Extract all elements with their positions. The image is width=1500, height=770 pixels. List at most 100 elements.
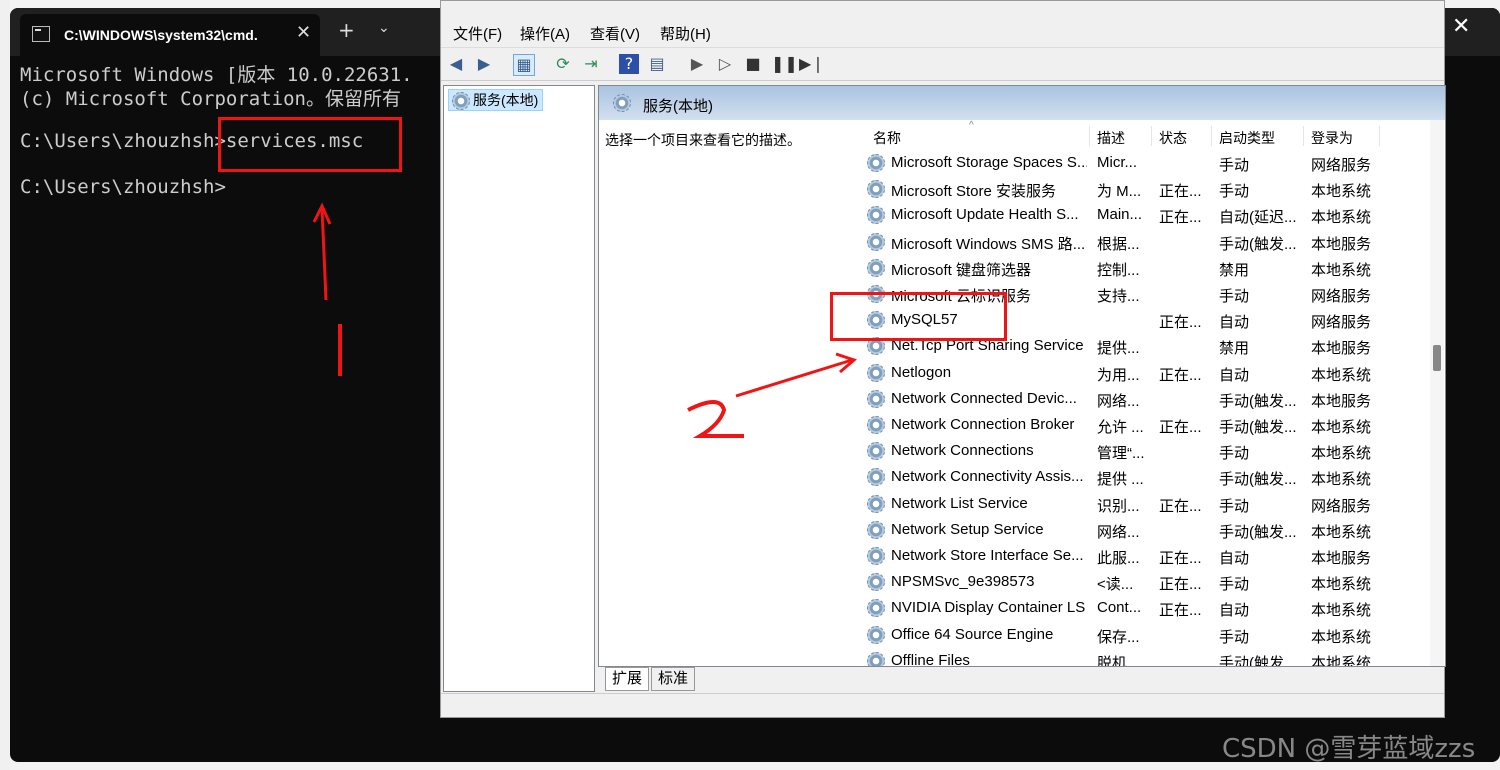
tab-extended[interactable]: 扩展 xyxy=(605,667,650,691)
annotation-number-2: 2 xyxy=(700,410,701,411)
cell-logon: 本地系统 xyxy=(1311,576,1372,594)
window-close-button[interactable]: ✕ xyxy=(1452,14,1470,39)
cell-startup: 自动 xyxy=(1219,602,1250,620)
cell-desc: 识别... xyxy=(1097,497,1140,515)
cell-desc: <读... xyxy=(1097,576,1134,594)
vertical-scrollbar[interactable] xyxy=(1430,120,1444,666)
cell-logon: 本地系统 xyxy=(1311,261,1372,279)
cell-name: Network List Service xyxy=(891,494,1028,512)
table-row[interactable]: Network Store Interface Se... 此服... 正在... 自… xyxy=(861,543,1433,569)
cell-logon: 本地系统 xyxy=(1311,419,1372,436)
column-header-logon[interactable]: 登录为 xyxy=(1311,128,1353,148)
table-row[interactable]: Microsoft Update Health S... Main... 正在...… xyxy=(861,202,1433,228)
cell-status: 正在... xyxy=(1159,419,1202,436)
sort-arrow-icon: ^ xyxy=(969,120,974,131)
gear-icon xyxy=(867,180,885,199)
gear-icon xyxy=(867,494,885,513)
cell-desc: 支持... xyxy=(1097,288,1140,305)
table-row[interactable]: Network List Service 识别... 正在... 手动 网络服务 xyxy=(861,491,1433,517)
gear-icon xyxy=(867,468,885,487)
gear-icon xyxy=(613,94,631,112)
back-icon[interactable]: ◀ xyxy=(446,54,466,74)
annotation-number-1: 1 xyxy=(332,320,333,321)
table-row[interactable]: Office 64 Source Engine 保存... 手动 本地系统 xyxy=(861,622,1433,648)
gear-icon xyxy=(867,154,885,172)
cell-name: Microsoft Windows SMS 路... xyxy=(891,235,1086,253)
help-icon[interactable]: ? xyxy=(619,54,639,74)
watermark: CSDN @雪芽蓝域zzs xyxy=(1222,734,1476,764)
table-row[interactable]: Netlogon 为用... 正在... 自动 本地系统 xyxy=(861,360,1433,386)
table-row[interactable]: Network Connections 管理“... 手动 本地系统 xyxy=(861,438,1433,464)
cell-name: Microsoft 键盘筛选器 xyxy=(891,261,1032,279)
cell-status: 正在... xyxy=(1159,209,1202,227)
gear-icon xyxy=(867,651,885,666)
services-window[interactable]: 文件(F) 操作(A) 查看(V) 帮助(H) ◀ ▶ ▦ ⟳ ⇥ ? ▤ ▶ … xyxy=(440,0,1446,718)
forward-icon[interactable]: ▶ xyxy=(474,54,494,74)
terminal-line: (c) Microsoft Corporation。保留所有 xyxy=(20,88,401,110)
tree-item-services-local[interactable]: 服务(本地) xyxy=(448,89,544,111)
tab-standard[interactable]: 标准 xyxy=(651,667,696,691)
stop-icon[interactable]: ■ xyxy=(743,54,763,74)
start-icon[interactable]: ▶ xyxy=(687,54,707,74)
column-separator[interactable] xyxy=(1211,126,1212,146)
table-row[interactable]: Microsoft Storage Spaces S... Micr... 手动 网络… xyxy=(861,150,1433,176)
cell-status: 正在... xyxy=(1159,550,1202,567)
restart-icon[interactable]: ▶❘ xyxy=(799,54,825,74)
column-separator[interactable] xyxy=(1089,126,1090,146)
table-row[interactable]: Network Connection Broker 允许 ... 正在... 手动(触… xyxy=(861,412,1433,438)
pause-icon[interactable]: ❚❚ xyxy=(771,54,798,74)
cell-desc: 提供... xyxy=(1097,340,1140,358)
cell-logon: 本地系统 xyxy=(1311,602,1372,620)
table-row[interactable]: Network Connected Devic... 网络... 手动(触发... 本… xyxy=(861,386,1433,412)
column-header-desc[interactable]: 描述 xyxy=(1097,128,1125,148)
annotation-arrow-2 xyxy=(687,352,857,438)
table-row[interactable]: NPSMSvc_9e398573 <读... 正在... 手动 本地系统 xyxy=(861,569,1433,595)
menu-action[interactable]: 操作(A) xyxy=(520,23,570,44)
menu-view[interactable]: 查看(V) xyxy=(590,23,640,44)
console-tree-icon[interactable]: ▦ xyxy=(513,54,535,76)
terminal-prompt-line[interactable]: C:\Users\zhouzhsh> xyxy=(20,176,226,198)
terminal-line: Microsoft Windows [版本 10.0.22631. xyxy=(20,64,413,86)
column-header-startup[interactable]: 启动类型 xyxy=(1219,128,1275,148)
table-row[interactable]: Microsoft Store 安装服务 为 M... 正在... 手动 本地系统 xyxy=(861,176,1433,202)
table-row[interactable]: Microsoft 键盘筛选器 控制... 禁用 本地系统 xyxy=(861,255,1433,281)
gear-icon xyxy=(452,92,470,110)
terminal-tab-title: C:\WINDOWS\system32\cmd. xyxy=(64,27,258,43)
column-separator[interactable] xyxy=(1303,126,1304,146)
annotation-box-mysql xyxy=(830,292,1007,341)
menu-help[interactable]: 帮助(H) xyxy=(660,23,711,44)
export-icon[interactable]: ⇥ xyxy=(581,54,601,74)
toolbar: ◀ ▶ ▦ ⟳ ⇥ ? ▤ ▶ ▷ ■ ❚❚ ▶❘ xyxy=(441,47,1444,81)
table-row[interactable]: Network Setup Service 网络... 手动(触发... 本地系统 xyxy=(861,517,1433,543)
gear-icon xyxy=(867,599,885,618)
refresh-icon[interactable]: ⟳ xyxy=(553,54,573,74)
cell-status: 正在... xyxy=(1159,602,1202,620)
table-row[interactable]: Microsoft Windows SMS 路... 根据... 手动(触发... 本… xyxy=(861,229,1433,255)
cell-desc: 允许 ... xyxy=(1097,419,1144,436)
new-tab-button[interactable]: + xyxy=(338,18,355,42)
cell-name: Netlogon xyxy=(891,363,952,381)
table-row[interactable]: Offline Files 脱机... 手动(触发... 本地系统 xyxy=(861,648,1433,666)
column-separator[interactable] xyxy=(1379,126,1380,146)
menu-file[interactable]: 文件(F) xyxy=(453,23,502,44)
cell-startup: 手动(触发... xyxy=(1219,523,1297,541)
cell-logon: 本地系统 xyxy=(1311,209,1372,227)
cell-logon: 网络服务 xyxy=(1311,497,1372,515)
table-row[interactable]: Network Connectivity Assis... 提供 ... 手动(触发… xyxy=(861,464,1433,490)
scroll-thumb[interactable] xyxy=(1433,345,1441,371)
menu-bar: 文件(F) 操作(A) 查看(V) 帮助(H) xyxy=(441,17,1444,45)
properties-icon[interactable]: ▤ xyxy=(647,54,667,74)
column-header-status[interactable]: 状态 xyxy=(1159,128,1187,148)
cell-desc: 网络... xyxy=(1097,392,1140,410)
cell-startup: 自动 xyxy=(1219,366,1250,384)
start-paused-icon[interactable]: ▷ xyxy=(715,54,735,74)
table-row[interactable]: NVIDIA Display Container LS Cont... 正在... 自… xyxy=(861,595,1433,621)
cell-startup: 手动(触发... xyxy=(1219,654,1297,666)
view-tabs: 扩展 标准 xyxy=(601,667,1001,691)
cell-name: Network Connectivity Assis... xyxy=(891,468,1084,486)
terminal-tab[interactable]: C:\WINDOWS\system32\cmd. ✕ xyxy=(20,14,320,56)
tab-close-icon[interactable]: ✕ xyxy=(296,22,311,43)
chevron-down-icon[interactable]: ⌄ xyxy=(378,20,390,36)
column-header-name[interactable]: 名称 xyxy=(873,128,901,148)
column-separator[interactable] xyxy=(1151,126,1152,146)
